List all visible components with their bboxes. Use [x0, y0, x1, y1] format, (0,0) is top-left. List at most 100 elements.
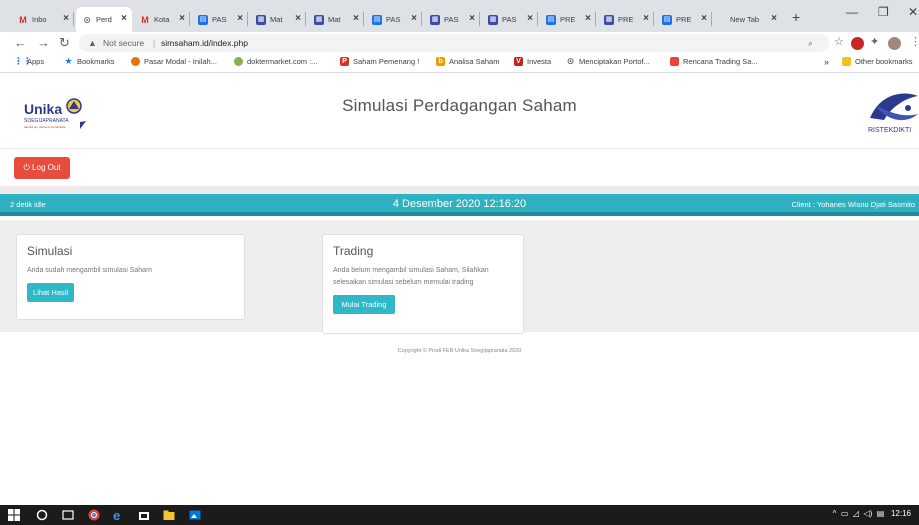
card-text: Anda belum mengambil simulasi Saham, Sil… [333, 267, 489, 274]
tab-label: Perd [96, 15, 112, 24]
globe-icon: ⊙ [83, 14, 91, 25]
bookmark-rencana-trading[interactable]: Rencana Trading Sa... [670, 57, 758, 66]
chevron-up-icon[interactable]: ^ [833, 509, 837, 518]
tab-pre-1[interactable]: ▤ PRE × [540, 7, 596, 32]
address-bar[interactable]: ▲ Not secure | simsaham.id/index.php ⌕ [79, 34, 829, 52]
reload-button[interactable]: ↻ [59, 35, 70, 51]
close-icon[interactable]: × [353, 13, 359, 25]
card-title: Trading [333, 244, 374, 258]
bookmark-label: Apps [27, 57, 45, 66]
zoom-icon[interactable]: ⌕ [808, 34, 813, 52]
bookmark-saham-pemenang[interactable]: P Saham Pemenang ! [340, 57, 419, 66]
tab-label: PRE [618, 15, 634, 24]
windows-start-icon[interactable] [8, 509, 20, 521]
lihat-hasil-button[interactable]: Lihat Hasil [27, 283, 74, 302]
store-icon[interactable] [138, 509, 150, 521]
classroom-icon: ▦ [430, 14, 440, 25]
close-icon[interactable]: × [585, 13, 591, 25]
bookmark-investa[interactable]: V Investa [514, 57, 551, 66]
minimize-button[interactable]: — [846, 5, 858, 19]
close-icon[interactable]: × [295, 13, 301, 25]
logout-button[interactable]: ⏻ Log Out [14, 157, 70, 179]
bookmark-apps[interactable]: ⋮⋮ Apps [14, 57, 45, 67]
tab-pre-3[interactable]: ▤ PRE × [656, 7, 712, 32]
volume-icon[interactable]: ◁) [863, 509, 872, 518]
tab-label: Kota [154, 15, 170, 24]
bookmark-menciptakan[interactable]: ⊙ Menciptakan Portof... [566, 57, 650, 67]
close-icon[interactable]: × [237, 13, 243, 25]
tab-pas-2[interactable]: ▤ PAS × [366, 7, 422, 32]
close-icon[interactable]: × [643, 13, 649, 25]
bookmark-bookmarks[interactable]: ★ Bookmarks [64, 57, 114, 67]
bookmark-doktermarket[interactable]: doktermarket.com :... [234, 57, 317, 66]
back-button[interactable]: ← [14, 35, 27, 51]
close-icon[interactable]: × [411, 13, 417, 25]
site-icon: b [436, 57, 445, 66]
bookmark-star-icon[interactable]: ☆ [834, 36, 844, 49]
svg-text:SOEGIJAPRANATA: SOEGIJAPRANATA [24, 118, 69, 124]
other-bookmarks[interactable]: Other bookmarks [842, 57, 913, 66]
tab-mat-1[interactable]: ▦ Mat × [250, 7, 306, 32]
file-explorer-icon[interactable] [163, 509, 175, 521]
site-icon: V [514, 57, 523, 66]
sheets-icon: ▤ [372, 14, 382, 25]
tab-inbox[interactable]: M Inbo × [12, 7, 74, 32]
tab-label: PAS [212, 15, 227, 24]
simulasi-card: Simulasi Anda sudah mengambil simulasi S… [16, 234, 245, 320]
bookmark-label: Menciptakan Portof... [579, 57, 650, 66]
restore-button[interactable]: ❐ [878, 5, 889, 19]
photos-icon[interactable] [189, 509, 201, 521]
bookmark-analisa-saham[interactable]: b Analisa Saham [436, 57, 499, 66]
bookmark-pasar-modal[interactable]: Pasar Modal - Inilah... [131, 57, 217, 66]
browser-tab-strip: M Inbo × ⊙ Perd × M Kota × ▤ PAS × ▦ Mat… [0, 0, 919, 32]
tab-perdagangan[interactable]: ⊙ Perd × [76, 7, 132, 32]
tab-kota[interactable]: M Kota × [134, 7, 190, 32]
browser-toolbar: ← → ↻ ▲ Not secure | simsaham.id/index.p… [0, 32, 919, 54]
forward-button[interactable]: → [37, 35, 50, 51]
svg-text:e: e [113, 509, 120, 521]
close-icon[interactable]: × [527, 13, 533, 25]
tab-new-tab[interactable]: New Tab × [720, 7, 782, 32]
network-icon[interactable]: ◿ [853, 509, 859, 518]
close-icon[interactable]: × [179, 13, 185, 25]
close-icon[interactable]: × [121, 13, 127, 25]
extensions-icon[interactable]: ✦ [870, 36, 879, 49]
chrome-icon[interactable] [88, 509, 100, 521]
current-datetime: 4 Desember 2020 12:16:20 [392, 198, 527, 210]
tab-pre-2[interactable]: ▦ PRE × [598, 7, 654, 32]
close-icon[interactable]: × [771, 13, 777, 25]
classroom-icon: ▦ [488, 14, 498, 25]
close-icon[interactable]: × [701, 13, 707, 25]
windows-taskbar: e ^ ▭ ◿ ◁) ▤ 12:16 [0, 505, 919, 525]
tab-mat-2[interactable]: ▦ Mat × [308, 7, 364, 32]
menu-icon[interactable]: ⋮ [910, 36, 919, 49]
clock[interactable]: 12:16 [891, 509, 911, 518]
tab-pas-4[interactable]: ▦ PAS × [482, 7, 538, 32]
sheets-icon: ▤ [546, 14, 556, 25]
task-view-icon[interactable] [62, 509, 74, 521]
logout-label: Log Out [32, 163, 61, 172]
close-icon[interactable]: × [469, 13, 475, 25]
avatar[interactable] [888, 37, 901, 50]
search-icon[interactable] [36, 509, 48, 521]
tab-label: PRE [676, 15, 692, 24]
battery-icon[interactable]: ▭ [841, 509, 849, 518]
tab-label: Inbo [32, 15, 47, 24]
tab-pas-3[interactable]: ▦ PAS × [424, 7, 480, 32]
bookmark-label: Analisa Saham [449, 57, 500, 66]
close-window-button[interactable]: ✕ [908, 5, 918, 19]
gmail-icon: M [19, 14, 27, 25]
client-name: Client : Yohanes Wisnu Djati Sasmito [791, 200, 915, 209]
page-title: Simulasi Perdagangan Saham [342, 96, 577, 115]
bookmarks-overflow-button[interactable]: » [824, 57, 829, 67]
adblock-icon[interactable] [851, 37, 864, 50]
notification-icon[interactable]: ▤ [877, 509, 885, 518]
url-text: simsaham.id/index.php [161, 38, 248, 48]
new-tab-button[interactable]: + [792, 9, 800, 25]
mulai-trading-button[interactable]: Mulai Trading [333, 295, 395, 314]
edge-icon[interactable]: e [112, 509, 124, 521]
site-icon [234, 57, 243, 66]
close-icon[interactable]: × [63, 13, 69, 25]
bookmark-label: Rencana Trading Sa... [683, 57, 758, 66]
tab-pas-1[interactable]: ▤ PAS × [192, 7, 248, 32]
